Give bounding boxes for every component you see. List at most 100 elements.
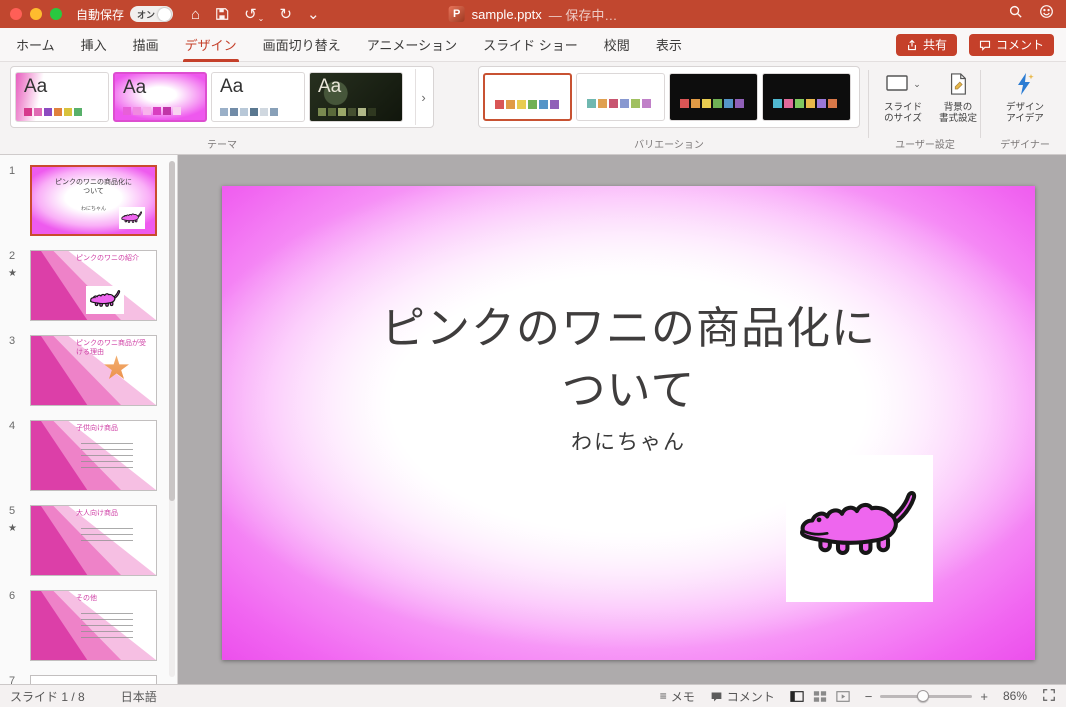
zoom-slider[interactable] (880, 689, 973, 702)
panel-scrollbar-thumb[interactable] (169, 161, 175, 501)
theme-palette (24, 108, 82, 116)
status-right: ≡ メモ コメント − + 86% (660, 688, 1056, 705)
titlebar: 自動保存 オン ⌂ ↺ ⌄ ↻ ⌄ P sample.pptx — 保存中… (0, 0, 1066, 28)
mini-title-slide: ピンクのワニの商品化に ついて わにちゃん (32, 167, 155, 234)
tab-insert[interactable]: 挿入 (81, 28, 107, 62)
slide-6-thumbnail[interactable]: その他 (30, 590, 157, 661)
slide-number: 1 (9, 165, 16, 177)
zoom-control: − + (865, 689, 988, 704)
theme-card-4[interactable]: Aa (309, 72, 403, 122)
toolbar-options-caret-icon[interactable]: ⌄ (307, 5, 320, 23)
redo-button[interactable]: ↻ (279, 5, 292, 23)
tab-draw[interactable]: 描画 (133, 28, 159, 62)
slideshow-view-button[interactable] (836, 690, 850, 703)
slide-size-button[interactable]: ⌄ スライド のサイズ (878, 69, 928, 125)
variant-palette (680, 99, 744, 108)
autosave-control: 自動保存 オン (76, 6, 174, 23)
fit-to-window-button[interactable] (1042, 688, 1056, 705)
slide-row-1: 1 ピンクのワニの商品化に ついて わにちゃん (0, 165, 177, 236)
variant-gallery (478, 66, 860, 128)
comments-button[interactable]: コメント (968, 33, 1054, 56)
design-ideas-icon (1018, 73, 1034, 95)
slide-subtitle[interactable]: わにちゃん (222, 426, 1035, 456)
undo-menu-caret-icon[interactable]: ⌄ (258, 14, 265, 23)
theme-card-3[interactable]: Aa (211, 72, 305, 122)
tab-design[interactable]: デザイン (182, 28, 239, 62)
design-ideas-button[interactable]: デザイン アイデア (992, 69, 1058, 125)
document-title: P sample.pptx — 保存中… (448, 5, 618, 24)
slide-row-5: 5 ★ 大人向け商品 (0, 505, 177, 576)
language-indicator[interactable]: 日本語 (121, 688, 157, 705)
chevron-right-icon: › (421, 89, 426, 105)
slide-7-thumbnail[interactable] (30, 675, 157, 684)
user-settings-group-label: ユーザー設定 (895, 140, 955, 151)
tab-transitions[interactable]: 画面切り替え (263, 28, 341, 62)
powerpoint-app-icon: P (448, 6, 465, 22)
slide-3-thumbnail[interactable]: ピンクのワニ商品が受ける理由 (30, 335, 157, 406)
theme-card-1[interactable]: Aa (15, 72, 109, 122)
tab-slideshow[interactable]: スライド ショー (483, 28, 578, 62)
bullet-text-lines (81, 613, 133, 640)
slide-2-thumbnail[interactable]: ピンクのワニの紹介 (30, 250, 157, 321)
comment-icon (711, 691, 722, 701)
format-background-button[interactable]: 背景の 書式設定 (932, 69, 984, 125)
undo-button[interactable]: ↺ ⌄ (244, 5, 264, 23)
crocodile-image[interactable] (786, 455, 933, 602)
variant-card-3[interactable] (669, 73, 758, 121)
share-button[interactable]: 共有 (895, 33, 957, 56)
close-button[interactable] (10, 8, 22, 20)
variant-card-2[interactable] (576, 73, 665, 121)
fit-to-window-icon (1043, 688, 1055, 701)
zoom-slider-knob[interactable] (917, 689, 930, 702)
autosave-label: 自動保存 (76, 7, 125, 22)
variant-palette (495, 100, 559, 109)
panel-scrollbar[interactable] (169, 161, 175, 677)
feedback-smiley-icon[interactable] (1039, 4, 1054, 24)
theme-palette (123, 107, 181, 115)
autosave-toggle[interactable]: オン (130, 6, 174, 22)
variant-card-1-selected[interactable] (483, 73, 572, 121)
tab-view[interactable]: 表示 (656, 28, 682, 62)
bullet-text-lines (81, 528, 133, 545)
minimize-button[interactable] (30, 8, 42, 20)
save-status: — 保存中… (548, 7, 618, 23)
notes-toggle[interactable]: ≡ メモ (660, 688, 695, 705)
view-switcher (790, 690, 850, 703)
ribbon-design: Aa Aa Aa Aa › ⌄ スライド のサイズ 背景の 書式設定 デザイン … (0, 62, 1066, 155)
notes-icon: ≡ (659, 689, 667, 703)
comment-icon (979, 40, 991, 51)
zoom-window-button[interactable] (50, 8, 62, 20)
status-left: スライド 1 / 8 日本語 (10, 688, 157, 705)
variant-card-4[interactable] (762, 73, 851, 121)
tab-review[interactable]: 校閲 (604, 28, 630, 62)
slide-sorter-icon (813, 690, 826, 702)
slide-row-4: 4 子供向け商品 (0, 420, 177, 491)
zoom-in-button[interactable]: + (980, 689, 988, 704)
slide-number: 6 (9, 590, 16, 602)
search-icon[interactable] (1008, 4, 1023, 24)
save-icon[interactable] (215, 7, 229, 21)
slide-title[interactable]: ピンクのワニの商品化に ついて (222, 298, 1035, 421)
zoom-out-button[interactable]: − (865, 689, 873, 704)
comments-toggle[interactable]: コメント (710, 688, 775, 705)
slide-size-icon (886, 75, 908, 91)
theme-palette (220, 108, 278, 116)
tab-home[interactable]: ホーム (16, 28, 55, 62)
theme-card-2-selected[interactable]: Aa (113, 72, 207, 122)
current-slide[interactable]: ピンクのワニの商品化に ついて わにちゃん (222, 186, 1035, 660)
theme-palette (318, 108, 376, 116)
zoom-percent[interactable]: 86% (1003, 689, 1027, 703)
status-bar: スライド 1 / 8 日本語 ≡ メモ コメント − + 86% (0, 684, 1066, 707)
home-icon[interactable]: ⌂ (191, 6, 200, 23)
slide-row-3: 3 ピンクのワニ商品が受ける理由 (0, 335, 177, 406)
slide-1-thumbnail[interactable]: ピンクのワニの商品化に ついて わにちゃん (30, 165, 157, 236)
slide-sorter-view-button[interactable] (813, 690, 827, 703)
animation-star-icon: ★ (8, 268, 17, 279)
window-controls (10, 8, 62, 20)
tab-animations[interactable]: アニメーション (367, 28, 457, 62)
theme-gallery-scroll-button[interactable]: › (415, 69, 431, 125)
slide-4-thumbnail[interactable]: 子供向け商品 (30, 420, 157, 491)
slide-5-thumbnail[interactable]: 大人向け商品 (30, 505, 157, 576)
normal-view-button[interactable] (790, 690, 804, 703)
ribbon-separator (868, 70, 869, 138)
